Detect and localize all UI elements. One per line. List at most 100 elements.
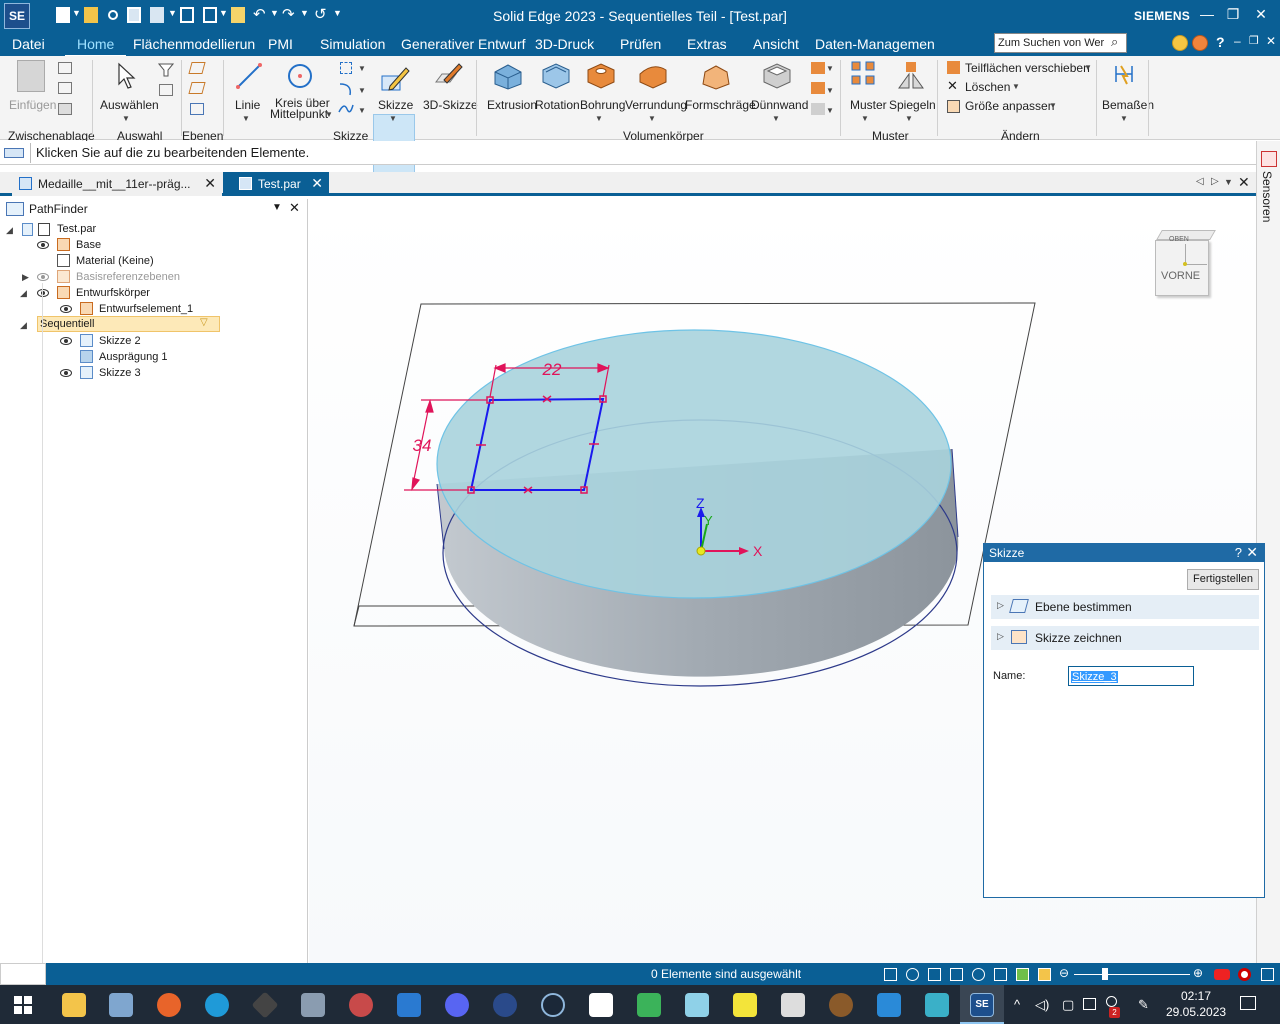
dimension-34-label[interactable]: 34 xyxy=(413,436,432,455)
discord-icon[interactable] xyxy=(445,993,469,1017)
frown-feedback-icon[interactable] xyxy=(1192,35,1208,51)
cut-icon[interactable] xyxy=(58,62,72,74)
glass-app-icon[interactable] xyxy=(685,993,709,1017)
help-icon[interactable]: ? xyxy=(1216,34,1225,50)
dialog-help-icon[interactable]: ? xyxy=(1235,545,1242,560)
plane-icon[interactable] xyxy=(188,62,206,74)
tab-generativer-entwurf[interactable]: Generativer Entwurf xyxy=(401,36,526,52)
tab-flaechenmodellierung[interactable]: Flächenmodellierun xyxy=(133,36,255,52)
view-cube-front-label[interactable]: VORNE xyxy=(1161,270,1200,282)
tree-item-basisreferenzebenen[interactable]: Basisreferenzebenen xyxy=(76,269,180,285)
pen-icon[interactable]: ✎ xyxy=(1138,997,1149,1013)
cylinder-top-face[interactable] xyxy=(436,329,952,599)
round-button[interactable]: Verrundung xyxy=(625,98,687,112)
firefox-icon[interactable] xyxy=(157,993,181,1017)
tab-datei[interactable]: Datei xyxy=(12,36,45,52)
dimension-22-label[interactable]: 22 xyxy=(542,360,562,379)
extrusion-button[interactable]: Extrusion xyxy=(487,98,537,112)
tab-simulation[interactable]: Simulation xyxy=(320,36,385,52)
close-tab-icon[interactable]: ✕ xyxy=(204,175,216,192)
dialog-close-icon[interactable]: ✕ xyxy=(1246,544,1258,561)
sketch-pencil-icon[interactable] xyxy=(380,62,410,92)
mirror-icon[interactable] xyxy=(895,60,927,90)
sketch-name-input[interactable]: Skizze_3 xyxy=(1068,666,1194,686)
paste-button[interactable]: Einfügen xyxy=(9,98,56,112)
parallel-plane-icon[interactable] xyxy=(188,82,206,94)
tab-ansicht[interactable]: Ansicht xyxy=(753,36,799,52)
windows-start-icon[interactable] xyxy=(14,996,32,1014)
draft-button[interactable]: Formschräge xyxy=(685,98,756,112)
draft-icon[interactable] xyxy=(700,60,732,90)
expand-toggle-icon[interactable]: ◢ xyxy=(6,225,13,236)
file-explorer-icon[interactable] xyxy=(62,993,86,1017)
tab-scroll-left-icon[interactable]: ◁ xyxy=(1196,176,1204,187)
sketch-3d-button[interactable]: 3D-Skizze xyxy=(423,98,478,112)
zoom-out-icon[interactable]: ⊖ xyxy=(1059,966,1069,980)
tree-item-sequentiell[interactable]: Sequentiell xyxy=(40,316,94,332)
sketch-3d-icon[interactable] xyxy=(432,60,464,90)
tree-item-material[interactable]: Material (Keine) xyxy=(76,253,154,269)
obs-icon[interactable] xyxy=(493,993,517,1017)
finish-button[interactable]: Fertigstellen xyxy=(1187,569,1259,590)
view-cube-top-label[interactable]: OBEN xyxy=(1169,236,1189,243)
search-icon[interactable]: ⌕ xyxy=(1111,34,1118,50)
dimension-button[interactable]: Bemaßen xyxy=(1102,98,1154,112)
vpn-app-icon[interactable] xyxy=(877,993,901,1017)
volume-icon[interactable]: ◁) xyxy=(1035,997,1049,1013)
curve-icon[interactable] xyxy=(338,102,354,116)
pattern-button[interactable]: Muster xyxy=(850,98,887,112)
action-center-icon[interactable] xyxy=(1240,996,1256,1010)
eye-icon[interactable] xyxy=(60,305,72,313)
select-arrow-icon[interactable] xyxy=(116,62,136,90)
sketch-button[interactable]: Skizze xyxy=(378,98,413,112)
network-tool-icon[interactable] xyxy=(925,993,949,1017)
inkscape-icon[interactable] xyxy=(251,991,279,1019)
expand-toggle-icon[interactable]: ◢ xyxy=(20,320,27,331)
view-cube[interactable]: OBEN VORNE xyxy=(1155,230,1216,296)
resize-button[interactable]: Größe anpassen xyxy=(965,99,1054,113)
record-icon[interactable] xyxy=(1238,968,1251,981)
zoom-slider-knob[interactable] xyxy=(1102,968,1108,980)
arc-icon[interactable] xyxy=(338,81,354,97)
tab-3d-druck[interactable]: 3D-Druck xyxy=(535,36,594,52)
edge-icon[interactable] xyxy=(205,993,229,1017)
eye-icon[interactable] xyxy=(37,241,49,249)
notepad-plus-icon[interactable] xyxy=(637,993,661,1017)
round-icon[interactable] xyxy=(637,60,669,90)
smile-feedback-icon[interactable] xyxy=(1172,35,1188,51)
tab-scroll-right-icon[interactable]: ▷ xyxy=(1211,176,1219,187)
line-icon[interactable] xyxy=(235,62,263,90)
close-document-icon[interactable]: ✕ xyxy=(1238,174,1250,191)
paste-icon[interactable] xyxy=(17,60,45,92)
screen-capture-icon[interactable] xyxy=(1261,968,1274,981)
fit-view-icon[interactable] xyxy=(884,968,897,981)
doc-tab-test[interactable]: Test.par ✕ xyxy=(223,172,329,196)
tray-overflow-icon[interactable]: ^ xyxy=(1014,997,1020,1012)
doc-tab-medaille[interactable]: Medaille__mit__11er--präg... ✕ xyxy=(12,172,222,196)
doc-minimize-icon[interactable]: – xyxy=(1234,34,1241,48)
move-faces-icon[interactable] xyxy=(947,61,960,74)
thread-icon[interactable] xyxy=(811,82,825,94)
extrusion-icon[interactable] xyxy=(492,60,524,90)
step-draw-sketch[interactable]: ▷ Skizze zeichnen xyxy=(991,626,1259,650)
tab-list-icon[interactable]: ▼ xyxy=(1224,177,1233,187)
display-style-icon[interactable] xyxy=(1038,968,1051,981)
sensor-icon[interactable] xyxy=(1261,151,1277,167)
doc-restore-icon[interactable]: ❐ xyxy=(1249,34,1259,47)
select-tools-icon[interactable] xyxy=(159,84,173,96)
sequentiell-dropdown-icon[interactable]: ▽ xyxy=(200,317,208,328)
command-search-input[interactable]: Zum Suchen von Wer xyxy=(994,33,1127,53)
tab-extras[interactable]: Extras xyxy=(687,36,727,52)
copy-icon[interactable] xyxy=(58,82,72,94)
zoom-icon[interactable] xyxy=(906,968,919,981)
pathfinder-close-icon[interactable]: ✕ xyxy=(289,200,300,216)
close-icon[interactable]: ✕ xyxy=(1251,6,1271,23)
notepad-icon[interactable] xyxy=(589,993,613,1017)
tray-app-icon[interactable] xyxy=(1106,996,1117,1007)
eye-icon[interactable] xyxy=(60,369,72,377)
thunderbird-icon[interactable] xyxy=(397,993,421,1017)
view-orientation-icon[interactable] xyxy=(994,968,1007,981)
steam-icon[interactable] xyxy=(541,993,565,1017)
step-define-plane[interactable]: ▷ Ebene bestimmen xyxy=(991,595,1259,619)
tree-item-skizze-2[interactable]: Skizze 2 xyxy=(99,333,141,349)
